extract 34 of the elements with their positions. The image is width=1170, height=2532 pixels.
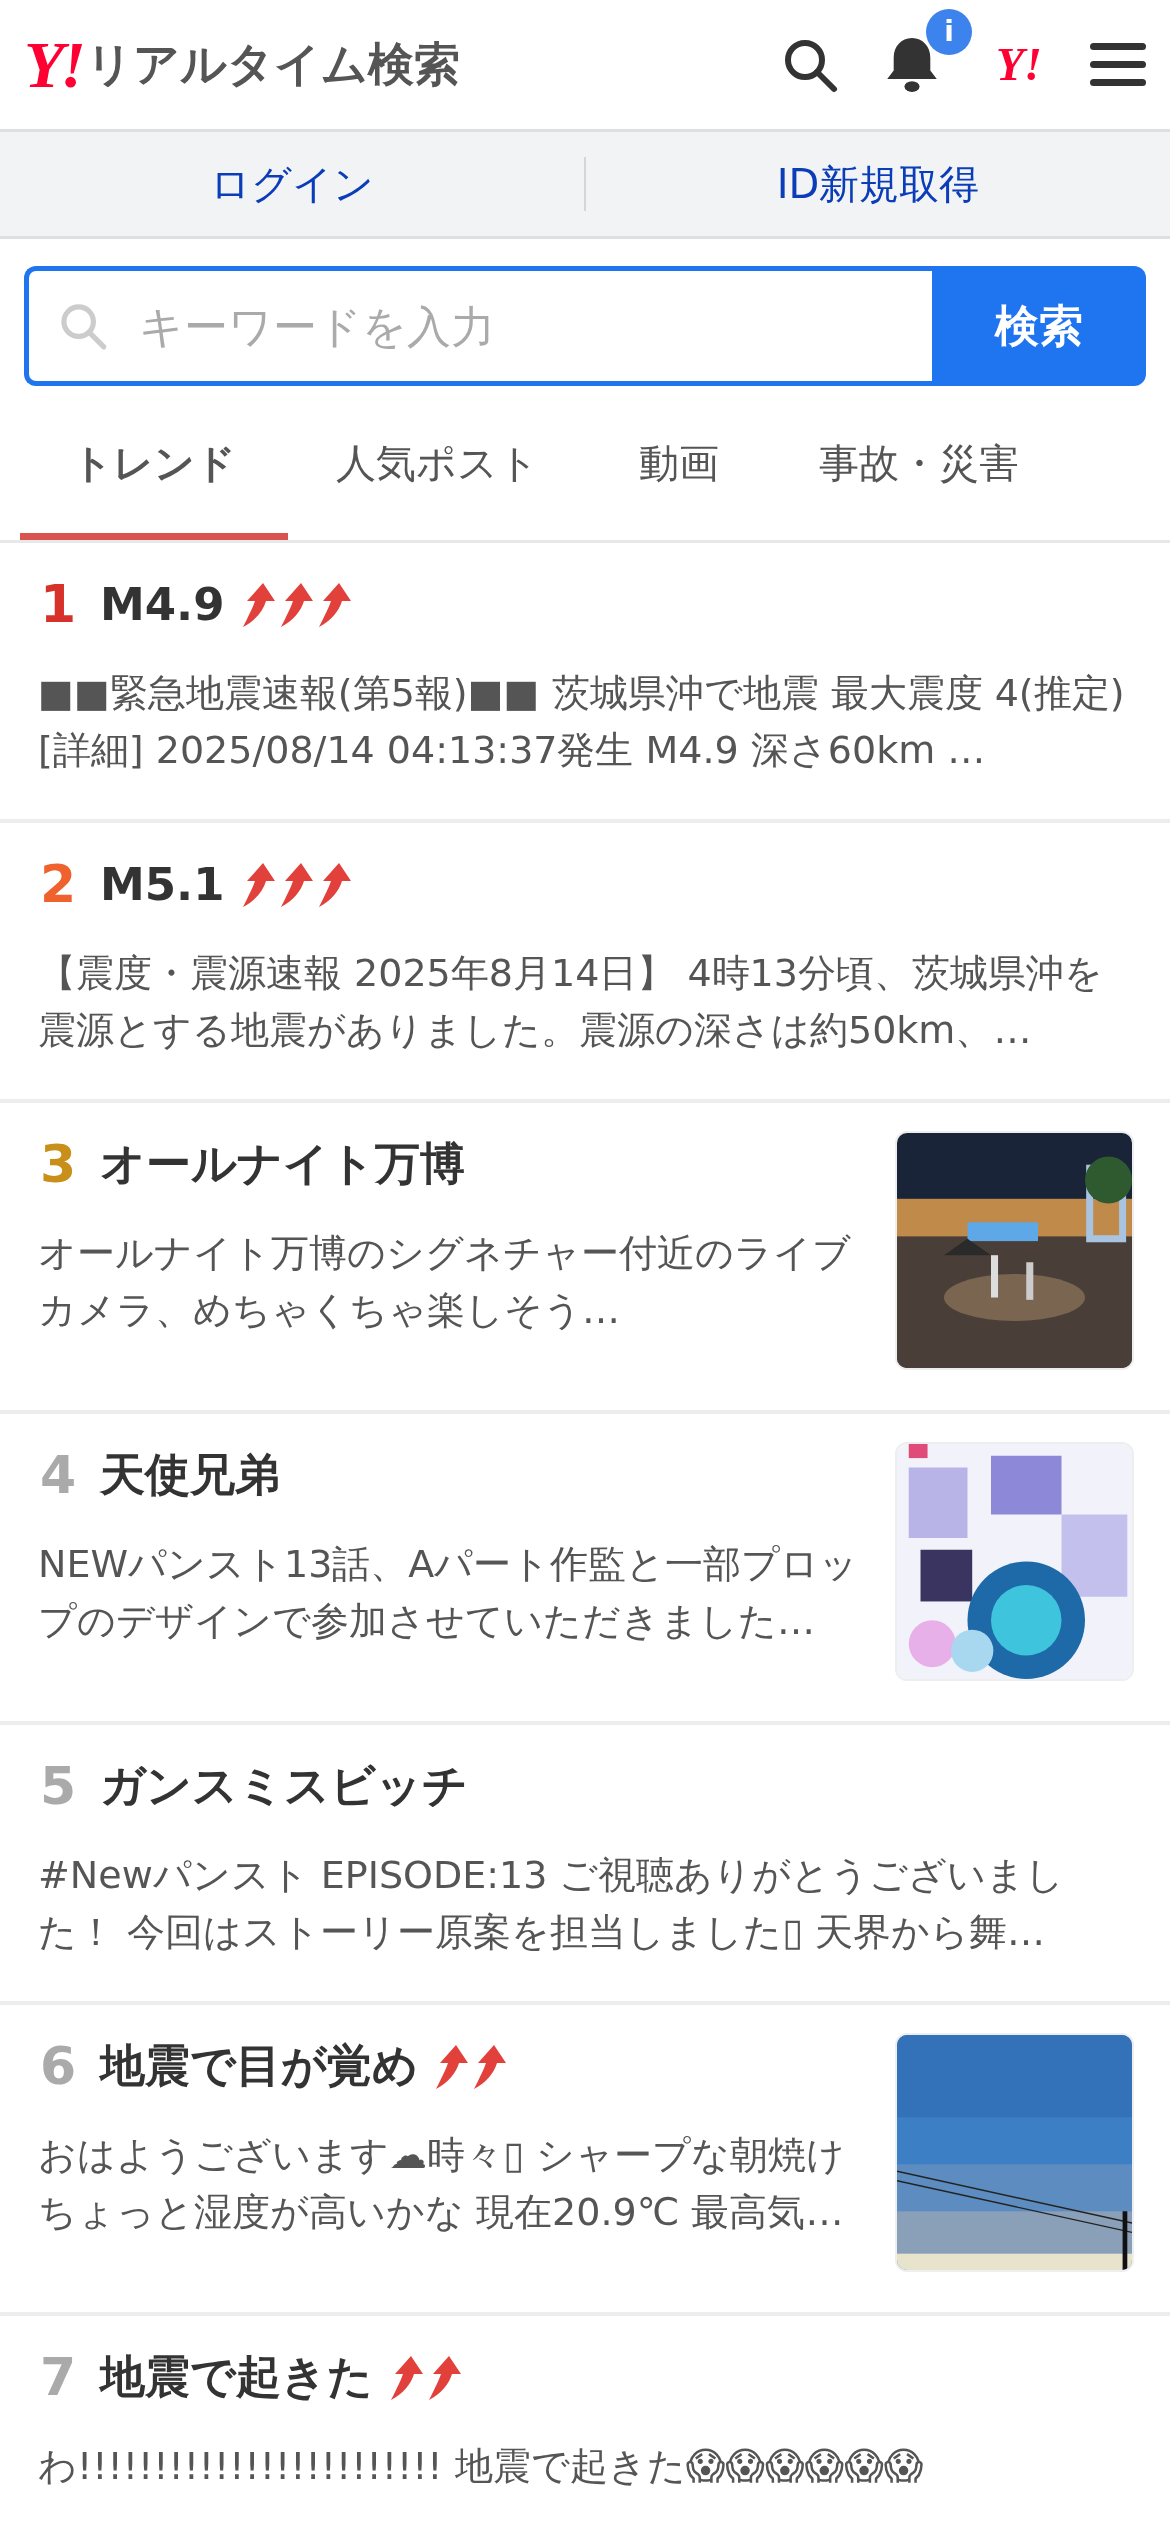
rank-number: 3 — [38, 1134, 78, 1194]
tab[interactable]: トレンド — [20, 408, 288, 540]
post-excerpt: NEWパンスト13話、Aパート作監と一部プロップのデザインで参加させていただきました… — [38, 1541, 860, 1645]
rank-number: 6 — [38, 2036, 78, 2096]
bell-icon[interactable] — [886, 36, 938, 93]
tab[interactable]: 人気ポスト — [336, 408, 539, 540]
search-field[interactable]: キーワードを入力 — [24, 266, 932, 386]
rank-number: 1 — [38, 574, 78, 634]
trend-title[interactable]: ガンスミスビッチ — [100, 1756, 468, 1816]
logo-title[interactable]: リアルタイム検索 — [86, 33, 460, 96]
account-link[interactable]: ログイン — [0, 156, 584, 212]
trend-title[interactable]: M4.9 — [100, 577, 225, 631]
account-mark[interactable]: Y! — [996, 38, 1042, 91]
rank-number: 4 — [38, 1445, 78, 1505]
rank-number: 2 — [38, 854, 78, 914]
post-excerpt: 【震度・震源速報 2025年8月14日】 4時13分頃、茨城県沖を震源とする地震がありました。震源の深さは約50km、… — [38, 950, 1104, 1054]
post-excerpt: ■■緊急地震速報(第5報)■■ 茨城県沖で地震 最大震度 4(推定) [詳細] 2025/08/14 04:13:37発生 M4.9 深さ60km … — [38, 670, 1126, 774]
trend-title[interactable]: 地震で起きた — [100, 2347, 373, 2407]
trend-title[interactable]: 地震で目が覚め — [100, 2036, 418, 2096]
trend-title[interactable]: オールナイト万博 — [100, 1134, 465, 1194]
post-excerpt: #Newパンスト EPISODE:13 ご視聴ありがとうございました！ 今回はストーリー原案を担当しました▯ 天界から舞… — [38, 1852, 1066, 1956]
tab[interactable]: 動画 — [639, 408, 719, 540]
tab[interactable]: 事故・災害 — [819, 408, 1019, 540]
post-excerpt: オールナイト万博のシグネチャー付近のライブカメラ、めちゃくちゃ楽しそう… — [38, 1230, 852, 1334]
account-link[interactable]: ID新規取得 — [586, 156, 1170, 212]
notification-badge: i — [926, 8, 972, 55]
rank-number: 5 — [38, 1756, 78, 1816]
trend-title[interactable]: 天使兄弟 — [100, 1445, 280, 1505]
rank-number: 7 — [38, 2347, 78, 2407]
post-excerpt: わ!!!!!!!!!!!!!!!!!!!!!!!! 地震で起きた😱😱😱😱😱😱 — [38, 2443, 925, 2490]
logo-mark[interactable]: Y! — [24, 26, 82, 103]
trend-title[interactable]: M5.1 — [100, 857, 225, 911]
post-excerpt: おはようございます☁時々▯ シャープな朝焼けちょっと湿度が高いかな 現在20.9℃ 最高気… — [38, 2132, 846, 2236]
search-button[interactable]: 検索 — [932, 266, 1146, 386]
